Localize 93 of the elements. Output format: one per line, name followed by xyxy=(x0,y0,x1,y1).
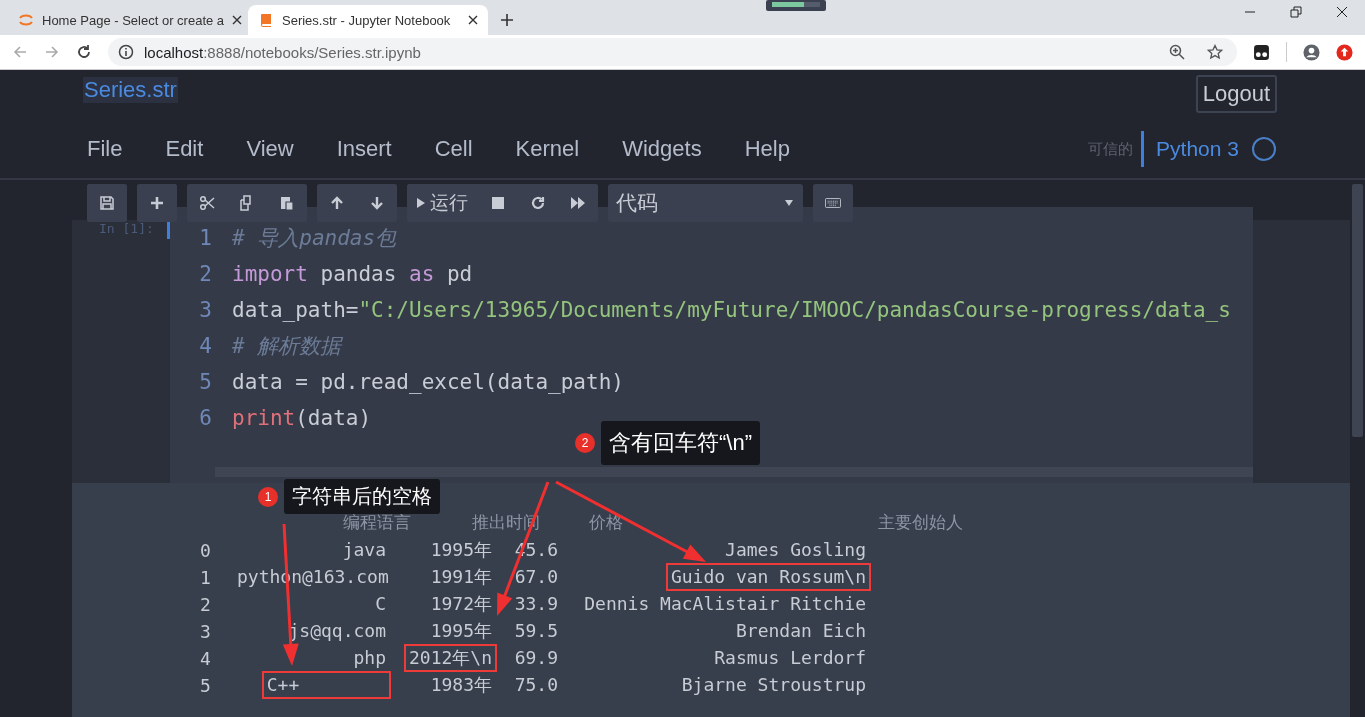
tab-title: Series.str - Jupyter Notebook xyxy=(282,12,452,28)
play-icon xyxy=(417,198,425,208)
table-cell-text: 75.0 xyxy=(513,673,559,697)
callout-label: 含有回车符“\n” xyxy=(601,421,760,465)
menu-item[interactable]: View xyxy=(246,136,294,162)
table-cell-text: C xyxy=(374,592,387,616)
logout-button[interactable]: Logout xyxy=(1195,75,1277,113)
tab-title: Home Page - Select or create a xyxy=(42,12,225,28)
code-line: import pandas as pd xyxy=(232,262,473,286)
menu-item[interactable]: Edit xyxy=(165,136,204,162)
menu-item[interactable]: Help xyxy=(744,136,790,162)
profile-icon[interactable] xyxy=(1303,43,1320,61)
cell-prompt: In [1]: xyxy=(99,221,154,236)
menu-item[interactable]: Kernel xyxy=(515,136,580,162)
scissors-icon xyxy=(199,195,215,211)
line-number: 6 xyxy=(198,406,212,430)
table-cell-text: 1972年 xyxy=(429,592,493,616)
table-cell: 2012年\n xyxy=(403,644,497,672)
level-meter-icon xyxy=(765,0,826,11)
table-cell-text: 59.5 xyxy=(513,619,559,643)
address-field[interactable]: localhost:8888/notebooks/Series.str.ipynb xyxy=(108,38,1237,66)
save-button[interactable] xyxy=(87,184,127,222)
upload-icon[interactable] xyxy=(1336,43,1353,61)
close-icon[interactable] xyxy=(1336,5,1348,18)
table-cell-text: php xyxy=(352,646,387,670)
row-index: 3 xyxy=(200,620,212,642)
clipboard-icon xyxy=(279,195,295,211)
zoom-icon[interactable] xyxy=(1169,44,1185,60)
horizontal-scrollbar[interactable] xyxy=(215,467,1253,477)
add-cell-button[interactable] xyxy=(137,184,177,222)
code-line: data = pd.read_excel(data_path) xyxy=(232,370,624,394)
book-icon xyxy=(258,12,274,28)
callout-label: 字符串后的空格 xyxy=(284,479,440,514)
reload-icon xyxy=(530,195,546,211)
arrow-up-icon xyxy=(329,195,345,211)
notebook-name[interactable]: Series.str xyxy=(83,77,178,103)
cell-type-dropdown[interactable]: 代码 xyxy=(608,184,803,222)
vertical-scrollbar[interactable] xyxy=(1352,184,1363,437)
table-cell: Guido van Rossum\n xyxy=(665,563,871,591)
code-line: data_path="C:/Users/13965/Documents/myFuture/IMOOC/pandasCourse-progress/data_s xyxy=(232,298,1231,322)
table-cell-text: 1983年 xyxy=(429,673,493,697)
line-number: 2 xyxy=(198,262,212,286)
code-line: print(data) xyxy=(232,406,372,430)
table-cell: C++ xyxy=(261,671,391,699)
table-cell-text: java xyxy=(341,538,387,562)
line-number: 1 xyxy=(198,226,212,250)
column-header: 编程语言 xyxy=(343,511,412,534)
browser-tab[interactable]: Home Page - Select or create a xyxy=(8,5,248,35)
table-cell-text: 1995年 xyxy=(429,538,493,562)
line-number: 5 xyxy=(198,370,212,394)
table-cell-text: 69.9 xyxy=(513,646,559,670)
code-line: # 导入pandas包 xyxy=(232,225,397,252)
table-cell-text: js@qq.com xyxy=(287,619,387,643)
plus-icon xyxy=(149,195,165,211)
row-index: 1 xyxy=(200,566,212,588)
menu-item[interactable]: Widgets xyxy=(622,136,702,162)
line-number: 3 xyxy=(198,298,212,322)
row-index: 2 xyxy=(200,593,212,615)
new-tab-icon[interactable] xyxy=(500,13,514,27)
table-cell-text: 33.9 xyxy=(513,592,559,616)
info-icon xyxy=(118,44,134,60)
row-index: 5 xyxy=(200,674,212,696)
code-line: # 解析数据 xyxy=(232,333,342,360)
table-cell-text: Dennis MacAlistair Ritchie xyxy=(583,592,867,616)
menu-item[interactable]: File xyxy=(87,136,123,162)
line-number: 4 xyxy=(198,334,212,358)
row-index: 4 xyxy=(200,647,212,669)
keyboard-icon xyxy=(825,195,841,211)
close-icon[interactable] xyxy=(232,15,243,25)
table-cell-text: 67.0 xyxy=(513,565,559,589)
table-cell-text: 1995年 xyxy=(429,619,493,643)
column-header: 主要创始人 xyxy=(878,511,964,534)
jupyter-logo-icon xyxy=(18,12,34,28)
stop-icon xyxy=(490,195,506,211)
extension-icon[interactable] xyxy=(1253,43,1270,61)
reload-icon[interactable] xyxy=(76,44,92,60)
browser-tab[interactable]: Series.str - Jupyter Notebook xyxy=(248,5,488,35)
table-cell-text: James Gosling xyxy=(724,538,867,562)
kernel-name[interactable]: Python 3 xyxy=(1156,137,1239,161)
save-icon xyxy=(99,195,115,211)
row-index: 0 xyxy=(200,539,212,561)
table-cell-text: Rasmus Lerdorf xyxy=(713,646,867,670)
table-cell-text: 1991年 xyxy=(429,565,493,589)
fast-forward-icon xyxy=(570,195,586,211)
close-icon[interactable] xyxy=(468,15,478,25)
table-cell-text: Bjarne Stroustrup xyxy=(680,673,867,697)
column-header: 价格 xyxy=(589,511,624,534)
menu-item[interactable]: Insert xyxy=(336,136,392,162)
restore-icon[interactable] xyxy=(1290,5,1302,18)
star-icon[interactable] xyxy=(1207,44,1223,60)
menu-item[interactable]: Cell xyxy=(434,136,473,162)
arrow-down-icon xyxy=(369,195,385,211)
table-cell-text: Brendan Eich xyxy=(734,619,867,643)
